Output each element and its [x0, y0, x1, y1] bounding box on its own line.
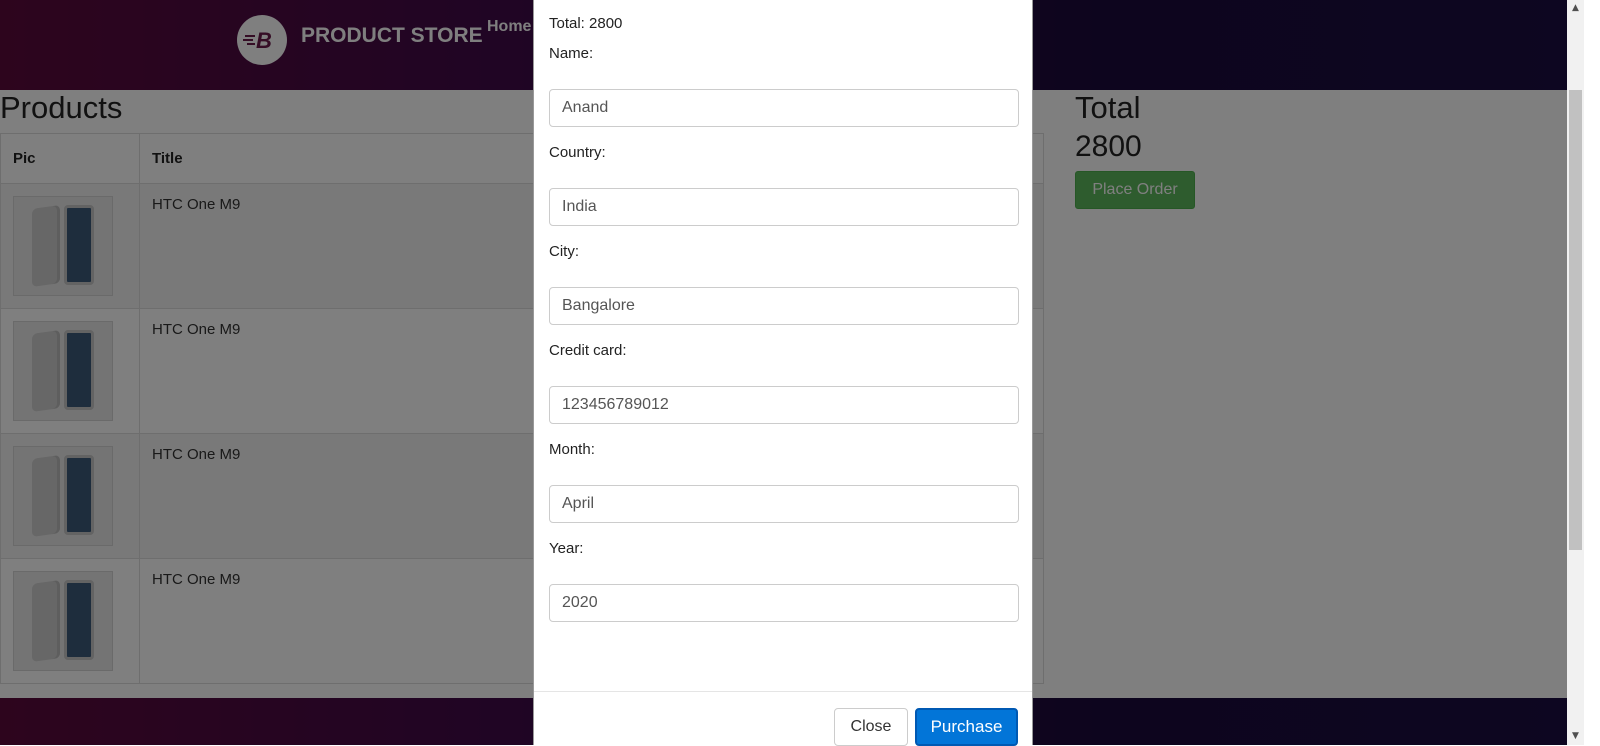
- scrollbar-thumb[interactable]: [1569, 90, 1582, 550]
- name-input[interactable]: [549, 89, 1019, 127]
- name-label: Name:: [549, 45, 594, 62]
- year-label: Year:: [549, 540, 584, 557]
- country-input[interactable]: [549, 188, 1019, 226]
- modal-total: Total: 2800: [549, 15, 623, 32]
- year-input[interactable]: [549, 584, 1019, 622]
- month-input[interactable]: [549, 485, 1019, 523]
- place-order-modal: Total: 2800 Name: Country: City: Credit …: [533, 0, 1033, 746]
- purchase-button[interactable]: Purchase: [915, 708, 1018, 746]
- city-input[interactable]: [549, 287, 1019, 325]
- city-label: City:: [549, 243, 579, 260]
- page-scrollbar[interactable]: ▲ ▼: [1567, 0, 1584, 745]
- credit-card-input[interactable]: [549, 386, 1019, 424]
- close-button[interactable]: Close: [834, 708, 908, 746]
- country-label: Country:: [549, 144, 606, 161]
- modal-footer: Close Purchase: [534, 691, 1032, 746]
- scroll-down-arrow-icon[interactable]: ▼: [1567, 728, 1584, 745]
- credit-card-label: Credit card:: [549, 342, 627, 359]
- scroll-up-arrow-icon[interactable]: ▲: [1567, 0, 1584, 17]
- month-label: Month:: [549, 441, 595, 458]
